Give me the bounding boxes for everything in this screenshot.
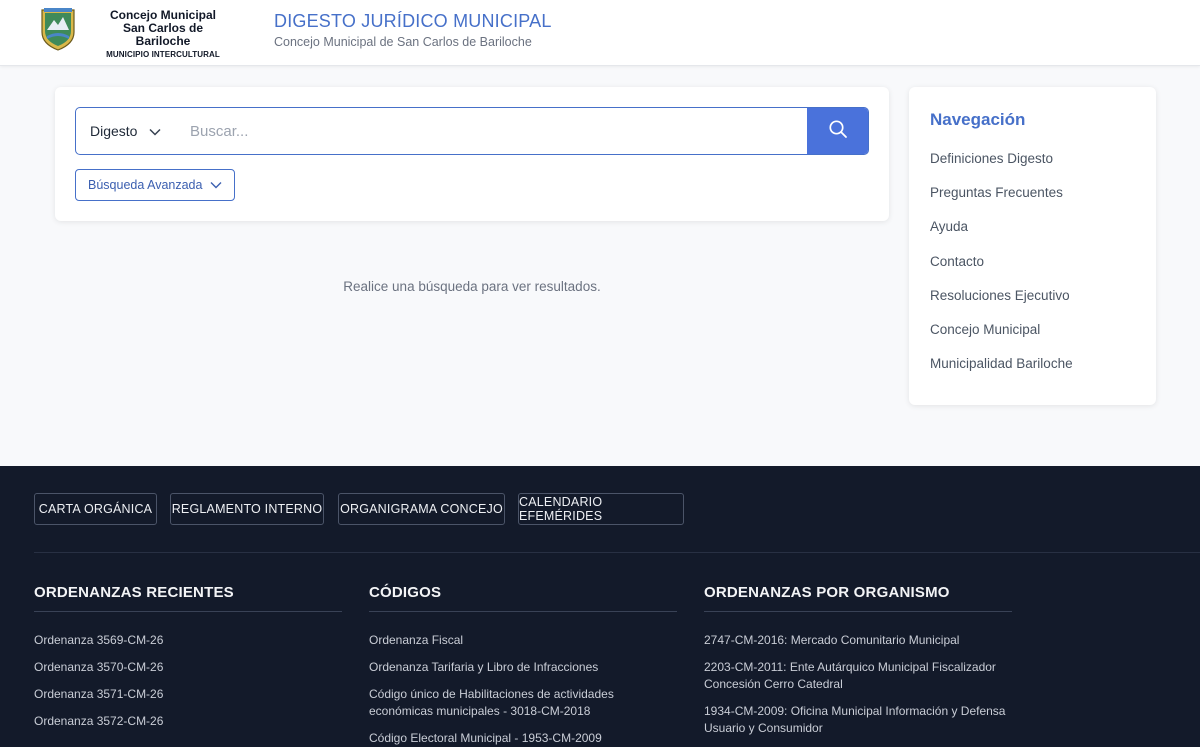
- code-link[interactable]: Ordenanza Tarifaria y Libro de Infraccio…: [369, 659, 677, 676]
- site-title[interactable]: DIGESTO JURÍDICO MUNICIPAL: [274, 11, 552, 32]
- org-ordinance-link[interactable]: 2203-CM-2011: Ente Autárquico Municipal …: [704, 659, 1004, 693]
- advanced-search-label: Búsqueda Avanzada: [88, 178, 203, 192]
- ordinances-by-org-title: ORDENANZAS POR ORGANISMO: [704, 584, 1012, 612]
- recent-ordinances-title: ORDENANZAS RECIENTES: [34, 584, 342, 612]
- municipal-emblem-icon[interactable]: [38, 6, 78, 52]
- site-header: Concejo Municipal San Carlos de Bariloch…: [0, 0, 1200, 66]
- nav-link-definiciones[interactable]: Definiciones Digesto: [930, 151, 1073, 185]
- navigation-title: Navegación: [930, 110, 1026, 129]
- org-ordinance-link[interactable]: 2747-CM-2016: Mercado Comunitario Munici…: [704, 632, 1012, 649]
- reglamento-interno-button[interactable]: REGLAMENTO INTERNO: [170, 493, 324, 525]
- ordinances-by-org-column: ORDENANZAS POR ORGANISMO 2747-CM-2016: M…: [704, 584, 1012, 747]
- recent-ordinances-column: ORDENANZAS RECIENTES Ordenanza 3569-CM-2…: [34, 584, 342, 740]
- recent-ordinance-link[interactable]: Ordenanza 3571-CM-26: [34, 686, 342, 703]
- navigation-card: Navegación Definiciones Digesto Pregunta…: [909, 87, 1156, 405]
- search-button[interactable]: [807, 108, 868, 154]
- codes-title: CÓDIGOS: [369, 584, 677, 612]
- search-card: Digesto Búsqueda Avanzada: [55, 87, 889, 221]
- search-input[interactable]: [180, 108, 807, 154]
- carta-organica-button[interactable]: CARTA ORGÁNICA: [34, 493, 157, 525]
- code-link[interactable]: Ordenanza Fiscal: [369, 632, 677, 649]
- code-link[interactable]: Código único de Habilitaciones de activi…: [369, 686, 639, 720]
- logo-line-2: San Carlos de Bariloche: [122, 21, 204, 48]
- org-ordinance-link[interactable]: 1934-CM-2009: Oficina Municipal Informac…: [704, 703, 1009, 737]
- nav-link-concejo[interactable]: Concejo Municipal: [930, 322, 1073, 356]
- site-footer: CARTA ORGÁNICA REGLAMENTO INTERNO ORGANI…: [0, 466, 1200, 747]
- nav-link-resoluciones[interactable]: Resoluciones Ejecutivo: [930, 288, 1073, 322]
- recent-ordinance-link[interactable]: Ordenanza 3569-CM-26: [34, 632, 342, 649]
- empty-results-message: Realice una búsqueda para ver resultados…: [343, 279, 601, 294]
- codes-column: CÓDIGOS Ordenanza Fiscal Ordenanza Tarif…: [369, 584, 677, 747]
- recent-ordinance-link[interactable]: Ordenanza 3570-CM-26: [34, 659, 342, 676]
- advanced-search-button[interactable]: Búsqueda Avanzada: [75, 169, 236, 201]
- calendario-efemerides-button[interactable]: CALENDARIO EFEMÉRIDES: [518, 493, 684, 525]
- ordinances-by-org-list: 2747-CM-2016: Mercado Comunitario Munici…: [704, 632, 1012, 737]
- organigrama-concejo-button[interactable]: ORGANIGRAMA CONCEJO: [338, 493, 505, 525]
- footer-divider: [34, 552, 1200, 553]
- search-scope-select[interactable]: Digesto: [76, 108, 180, 154]
- search-scope-value: Digesto: [90, 123, 138, 139]
- chevron-down-icon: [149, 123, 161, 139]
- site-subtitle: Concejo Municipal de San Carlos de Baril…: [274, 35, 532, 49]
- recent-ordinances-list: Ordenanza 3569-CM-26 Ordenanza 3570-CM-2…: [34, 632, 342, 730]
- nav-link-ayuda[interactable]: Ayuda: [930, 219, 1073, 253]
- chevron-down-icon: [210, 178, 222, 192]
- search-icon: [828, 119, 848, 144]
- nav-link-contacto[interactable]: Contacto: [930, 254, 1073, 288]
- nav-link-preguntas[interactable]: Preguntas Frecuentes: [930, 185, 1073, 219]
- logo-line-3: MUNICIPIO INTERCULTURAL: [106, 50, 220, 59]
- codes-list: Ordenanza Fiscal Ordenanza Tarifaria y L…: [369, 632, 677, 747]
- recent-ordinance-link[interactable]: Ordenanza 3572-CM-26: [34, 713, 342, 730]
- navigation-list: Definiciones Digesto Preguntas Frecuente…: [930, 151, 1073, 390]
- logo-text[interactable]: Concejo Municipal San Carlos de Bariloch…: [96, 9, 230, 62]
- code-link[interactable]: Código Electoral Municipal - 1953-CM-200…: [369, 730, 677, 747]
- search-bar: Digesto: [75, 107, 869, 155]
- nav-link-municipalidad[interactable]: Municipalidad Bariloche: [930, 356, 1073, 390]
